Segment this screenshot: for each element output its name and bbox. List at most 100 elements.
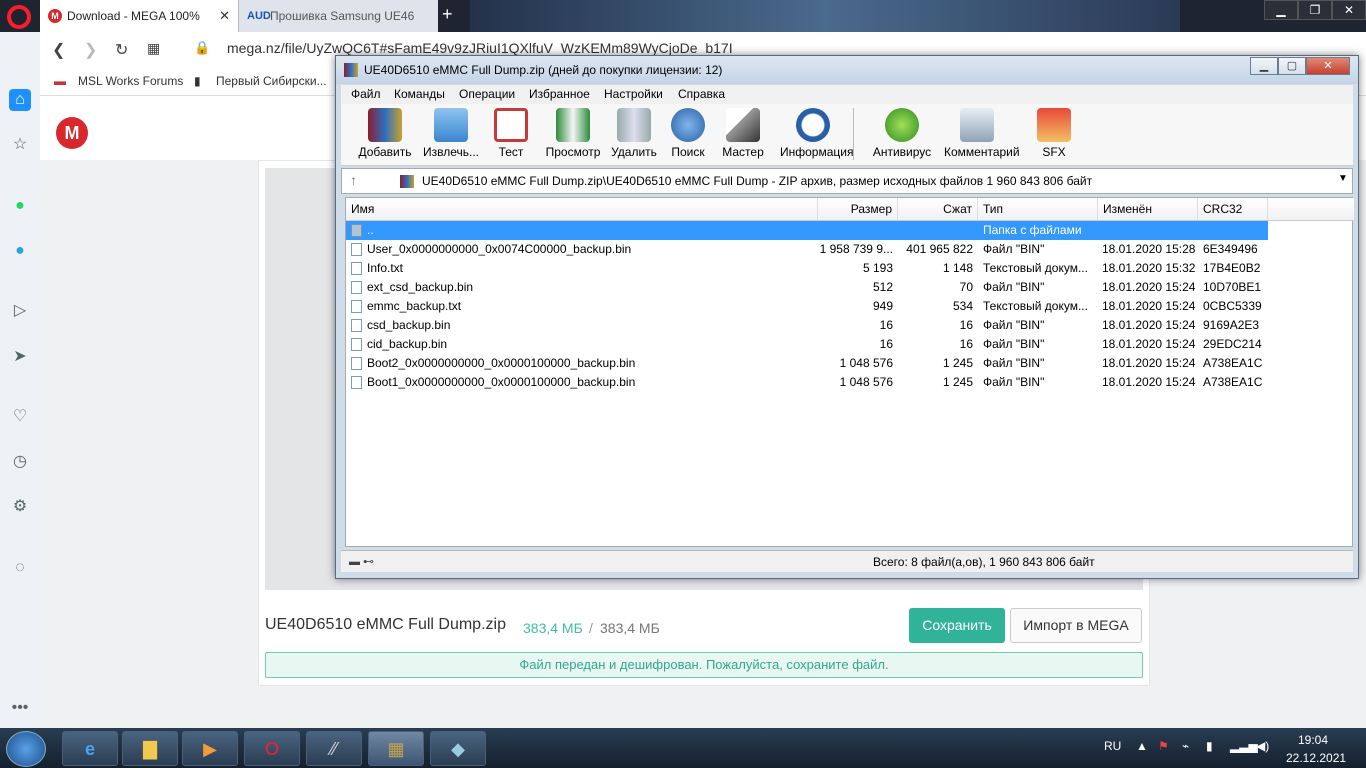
- table-row[interactable]: Boot1_0x0000000000_0x0000100000_backup.b…: [346, 373, 1268, 392]
- test-button[interactable]: Тест: [478, 108, 544, 164]
- file-name: UE40D6510 eMMC Full Dump.zip: [265, 616, 506, 633]
- signal-icon[interactable]: ▂▃▅: [1230, 739, 1258, 753]
- menu-favorites[interactable]: Избранное: [529, 87, 590, 101]
- network-icon[interactable]: ⌁: [1182, 739, 1189, 753]
- winrar-menu-bar: Файл Команды Операции Избранное Настройк…: [341, 85, 1353, 104]
- tab-label: Прошивка Samsung UE46: [270, 9, 415, 23]
- send-icon[interactable]: ➤: [9, 346, 31, 368]
- wizard-button[interactable]: Мастер: [710, 108, 776, 164]
- sfx-button[interactable]: SFX: [1021, 108, 1087, 164]
- antivirus-button[interactable]: Антивирус: [869, 108, 935, 164]
- column-size[interactable]: Размер: [818, 198, 898, 221]
- start-button[interactable]: [6, 731, 46, 767]
- clock-time[interactable]: 19:04: [1298, 733, 1328, 747]
- ie-taskbar-icon[interactable]: e: [62, 731, 118, 766]
- view-button[interactable]: Просмотр: [540, 108, 606, 164]
- menu-file[interactable]: Файл: [351, 87, 381, 101]
- tips-icon[interactable]: ◌: [9, 557, 31, 579]
- clock-date[interactable]: 22.12.2021: [1286, 751, 1346, 765]
- menu-commands[interactable]: Команды: [394, 87, 445, 101]
- minimize-button[interactable]: ▁: [1264, 0, 1298, 20]
- cell-type: Текстовый докум...: [983, 299, 1088, 313]
- volume-icon[interactable]: ◀): [1256, 739, 1269, 753]
- sfx-icon: [1037, 108, 1071, 142]
- search-icon: [671, 108, 705, 142]
- up-arrow-icon[interactable]: ↑: [350, 172, 357, 188]
- opera-menu-icon[interactable]: [7, 5, 31, 29]
- tabs-grid-icon[interactable]: ▦: [147, 40, 160, 57]
- add-button[interactable]: Добавить: [352, 108, 418, 164]
- import-to-mega-button[interactable]: Импорт в MEGA: [1010, 608, 1142, 643]
- language-indicator[interactable]: RU: [1104, 739, 1121, 753]
- view-icon: [556, 108, 590, 142]
- forward-icon[interactable]: ❯: [84, 40, 97, 60]
- column-crc32[interactable]: CRC32: [1198, 198, 1268, 221]
- column-modified[interactable]: Изменён: [1098, 198, 1198, 221]
- cell-modified: 18.01.2020 15:24: [1102, 318, 1196, 332]
- telegram-icon[interactable]: ●: [9, 240, 31, 262]
- save-button[interactable]: Сохранить: [909, 608, 1005, 643]
- rar-minimize-button[interactable]: ▁: [1250, 57, 1278, 75]
- menu-help[interactable]: Справка: [678, 87, 725, 101]
- rar-maximize-button[interactable]: ▢: [1278, 57, 1306, 75]
- table-row[interactable]: .. Папка с файлами: [346, 221, 1268, 240]
- test-icon: [494, 108, 528, 142]
- media-player-taskbar-icon[interactable]: ▶: [182, 731, 238, 766]
- table-row[interactable]: User_0x0000000000_0x0074C00000_backup.bi…: [346, 240, 1268, 259]
- table-row[interactable]: cid_backup.bin 16 16 Файл "BIN" 18.01.2020 1…: [346, 335, 1268, 354]
- mega-logo[interactable]: M: [56, 117, 88, 149]
- flag-icon[interactable]: ⚑: [1158, 739, 1169, 753]
- bookmark-sibirsky[interactable]: Первый Сибирски...: [216, 74, 327, 88]
- explorer-taskbar-icon[interactable]: ▇: [122, 731, 178, 766]
- url-field[interactable]: mega.nz/file/UyZwQC6T#sFamE49v9zJRiuI1QX…: [227, 40, 733, 56]
- opera-sidebar: ⌂ ☆ ● ● ▷ ➤ ♡ ◷ ⚙ ◌ •••: [0, 32, 40, 728]
- bookmark-msl[interactable]: MSL Works Forums: [78, 74, 183, 88]
- whatsapp-icon[interactable]: ●: [9, 195, 31, 217]
- home-icon[interactable]: ⌂: [9, 89, 31, 111]
- wizard-icon: [726, 108, 760, 142]
- table-row[interactable]: Info.txt 5 193 1 148 Текстовый докум... 18.0…: [346, 259, 1268, 278]
- settings-icon[interactable]: ⚙: [9, 496, 31, 518]
- rar-close-button[interactable]: ✕: [1306, 57, 1350, 75]
- cell-packed: 1 245: [942, 375, 973, 389]
- tab-samsung-firmware[interactable]: AUD Прошивка Samsung UE46: [238, 0, 438, 32]
- close-window-button[interactable]: ✕: [1332, 0, 1366, 20]
- notes-taskbar-icon[interactable]: ◆: [430, 731, 486, 766]
- table-row[interactable]: emmc_backup.txt 949 534 Текстовый докум... 1…: [346, 297, 1268, 316]
- cell-name: emmc_backup.txt: [367, 299, 462, 313]
- maximize-button[interactable]: ❐: [1298, 0, 1332, 20]
- winrar-title-bar[interactable]: UE40D6510 eMMC Full Dump.zip (дней до по…: [336, 56, 1358, 84]
- table-row[interactable]: ext_csd_backup.bin 512 70 Файл "BIN" 18.01.2…: [346, 278, 1268, 297]
- battery-icon[interactable]: ▮: [1206, 739, 1213, 753]
- window-title: UE40D6510 eMMC Full Dump.zip (дней до по…: [364, 63, 723, 77]
- winrar-taskbar-icon[interactable]: ▦: [368, 731, 424, 766]
- path-bar[interactable]: ↑ UE40D6510 eMMC Full Dump.zip\UE40D6510…: [341, 168, 1353, 194]
- comment-button[interactable]: Комментарий: [944, 108, 1020, 164]
- column-type[interactable]: Тип: [978, 198, 1098, 221]
- column-name[interactable]: Имя: [346, 198, 818, 221]
- reload-icon[interactable]: ↻: [115, 40, 128, 60]
- close-tab-icon[interactable]: ✕: [219, 8, 230, 24]
- table-row[interactable]: csd_backup.bin 16 16 Файл "BIN" 18.01.2020 1…: [346, 316, 1268, 335]
- cell-name: cid_backup.bin: [367, 337, 448, 351]
- app-taskbar-icon[interactable]: ⁄⁄: [306, 731, 362, 766]
- history-icon[interactable]: ◷: [9, 451, 31, 473]
- back-icon[interactable]: ❮: [52, 40, 65, 60]
- menu-operations[interactable]: Операции: [459, 87, 515, 101]
- column-packed[interactable]: Сжат: [898, 198, 978, 221]
- info-button[interactable]: Информация: [780, 108, 853, 164]
- table-row[interactable]: Boot2_0x0000000000_0x0000100000_backup.b…: [346, 354, 1268, 373]
- tab-mega-download[interactable]: M Download - MEGA 100% ✕: [40, 0, 238, 32]
- tray-arrow-icon[interactable]: ▲: [1136, 739, 1148, 753]
- lock-icon: 🔒: [194, 40, 211, 55]
- player-icon[interactable]: ▷: [9, 300, 31, 322]
- more-icon[interactable]: •••: [9, 697, 31, 719]
- cell-modified: 18.01.2020 15:24: [1102, 299, 1196, 313]
- star-icon[interactable]: ☆: [9, 134, 31, 156]
- extract-button[interactable]: Извлечь...: [418, 108, 484, 164]
- menu-settings[interactable]: Настройки: [604, 87, 663, 101]
- opera-taskbar-icon[interactable]: O: [244, 731, 300, 766]
- heart-icon[interactable]: ♡: [9, 406, 31, 428]
- new-tab-button[interactable]: +: [442, 4, 453, 25]
- chevron-down-icon[interactable]: ▼: [1338, 173, 1348, 184]
